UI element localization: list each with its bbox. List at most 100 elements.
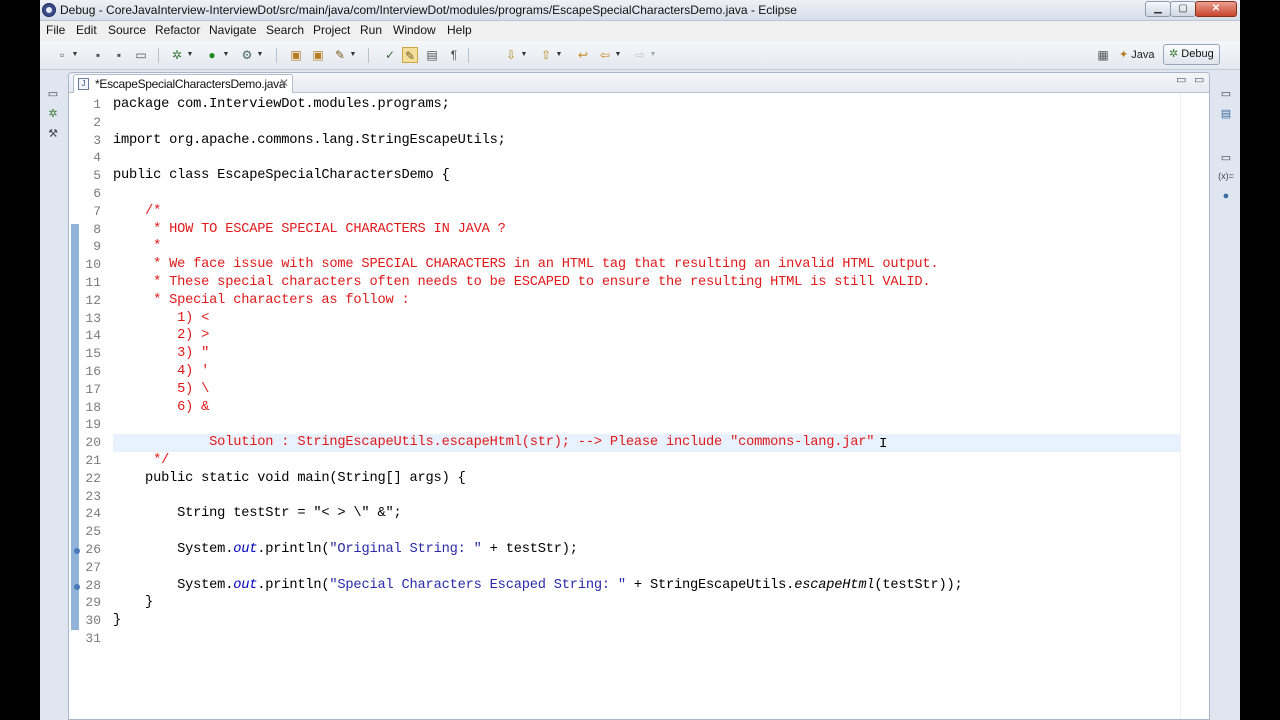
code-token: "Original String: " <box>329 542 482 557</box>
code-line: * <box>113 238 161 256</box>
code-line: import org.apache.commons.lang.StringEsc… <box>113 132 506 150</box>
app-frame: Debug - CoreJavaInterview-InterviewDot/s… <box>40 0 1240 720</box>
restore-icon[interactable]: ▭ <box>45 86 61 102</box>
editor-maximize-icon[interactable]: ▭ <box>1194 73 1204 86</box>
line-number: 4 <box>93 150 101 166</box>
previous-annotation-icon[interactable]: ⇧ <box>538 47 554 63</box>
print-icon[interactable]: ▭ <box>133 47 149 63</box>
forward-dropdown-arrow-icon[interactable]: ▼ <box>649 47 657 63</box>
tab-escape-special-characters-demo[interactable]: J *EscapeSpecialCharactersDemo.java ✕ <box>73 74 293 93</box>
line-number-gutter[interactable]: 1 2 3 4 5 6 7 8 9 10 11 12 13 14 15 16 17 18 19 20 21 22 23 24 2… <box>69 93 113 719</box>
menu-help[interactable]: Help <box>447 23 472 37</box>
code-token: System. <box>113 577 234 593</box>
previous-annotation-dropdown-arrow-icon[interactable]: ▼ <box>555 47 563 63</box>
debug-dropdown-arrow-icon[interactable]: ▼ <box>186 47 194 63</box>
new-icon[interactable]: ▫ <box>54 47 70 63</box>
line-number: 6 <box>93 186 101 201</box>
search-dropdown-arrow-icon[interactable]: ▼ <box>349 47 357 63</box>
open-task-icon[interactable]: ▣ <box>310 47 326 63</box>
tab-close-icon[interactable]: ✕ <box>279 76 289 90</box>
breakpoint-marker-icon[interactable] <box>74 548 80 554</box>
java-file-icon: J <box>78 78 89 90</box>
window-title: Debug - CoreJavaInterview-InterviewDot/s… <box>60 3 797 17</box>
menu-window[interactable]: Window <box>393 23 436 37</box>
toolbar-separator <box>158 48 159 63</box>
code-token: Solution : StringEscapeUtils.escapeHtml(… <box>113 435 875 451</box>
code-line: package com.InterviewDot.modules.program… <box>113 96 450 114</box>
last-edit-location-icon[interactable]: ↩ <box>575 47 591 63</box>
menu-project[interactable]: Project <box>313 23 350 37</box>
toggle-mark-occurrences-icon[interactable]: ✓ <box>382 47 398 63</box>
open-type-icon[interactable]: ▣ <box>288 47 304 63</box>
restore-icon[interactable]: ▭ <box>1218 150 1234 166</box>
paragraph-icon[interactable]: ¶ <box>446 47 462 63</box>
line-number: 10 <box>85 257 101 273</box>
back-icon[interactable]: ⇦ <box>597 47 613 63</box>
perspective-java[interactable]: ✦ Java <box>1115 45 1159 65</box>
outline-view-icon[interactable]: ▤ <box>1218 106 1234 122</box>
debug-icon[interactable]: ✲ <box>169 47 185 63</box>
next-annotation-icon[interactable]: ⇩ <box>503 47 519 63</box>
line-number: 18 <box>85 399 101 415</box>
code-token: */ <box>113 453 170 468</box>
right-trim-stack: ▭ ▤ ▭ (x)= ● <box>1212 76 1240 720</box>
servers-view-icon[interactable]: ⚒ <box>45 126 61 142</box>
eclipse-window: Debug - CoreJavaInterview-InterviewDot/s… <box>0 0 1280 720</box>
code-line: 3) " <box>113 345 209 363</box>
code-token: escapeHtml <box>794 577 875 593</box>
save-all-icon[interactable]: ▪ <box>111 47 127 63</box>
code-token: System. <box>113 542 234 557</box>
line-number: 2 <box>93 114 101 130</box>
breakpoints-view-icon[interactable]: ● <box>1218 188 1234 204</box>
line-number: 3 <box>93 132 101 148</box>
next-annotation-dropdown-arrow-icon[interactable]: ▼ <box>520 47 528 63</box>
new-dropdown-arrow-icon[interactable]: ▼ <box>71 47 79 63</box>
code-token: public class EscapeSpecialCharactersDemo… <box>113 168 450 184</box>
right-letterbox <box>1240 0 1280 720</box>
menu-search[interactable]: Search <box>266 23 304 37</box>
show-whitespace-icon[interactable]: ▤ <box>424 47 440 63</box>
perspective-debug-label: Debug <box>1181 48 1214 60</box>
run-icon[interactable]: ● <box>204 47 220 63</box>
code-area[interactable]: package com.InterviewDot.modules.program… <box>113 93 1193 719</box>
search-icon[interactable]: ✎ <box>332 47 348 63</box>
code-token: } <box>113 595 154 611</box>
line-number: 13 <box>85 310 101 326</box>
menu-source[interactable]: Source <box>108 23 146 37</box>
code-token: 1) < <box>113 310 210 326</box>
debug-view-icon[interactable]: ✲ <box>45 106 61 122</box>
breakpoint-marker-icon[interactable] <box>74 583 80 590</box>
editor-minimize-icon[interactable]: ▭ <box>1176 73 1186 86</box>
code-line: System.out.println("Special Characters E… <box>113 577 963 595</box>
save-icon[interactable]: ▪ <box>90 47 106 63</box>
perspective-debug[interactable]: ✲ Debug <box>1163 44 1220 65</box>
open-perspective-icon[interactable]: ▦ <box>1095 47 1111 63</box>
close-button[interactable]: ✕ <box>1195 1 1237 17</box>
menu-file[interactable]: File <box>46 23 65 37</box>
maximize-button[interactable]: ▢ <box>1170 1 1196 17</box>
back-dropdown-arrow-icon[interactable]: ▼ <box>614 47 622 63</box>
run-dropdown-arrow-icon[interactable]: ▼ <box>222 47 230 63</box>
restore-icon[interactable]: ▭ <box>1218 86 1234 102</box>
code-line: 1) < <box>113 310 209 328</box>
menu-navigate[interactable]: Navigate <box>209 23 256 37</box>
external-tools-dropdown-arrow-icon[interactable]: ▼ <box>256 47 264 63</box>
forward-icon[interactable]: ⇨ <box>632 47 648 63</box>
menu-edit[interactable]: Edit <box>76 23 97 37</box>
code-line: } <box>113 594 153 612</box>
line-number: 30 <box>85 613 101 629</box>
main-toolbar: ▫ ▼ ▪ ▪ ▭ ✲ ▼ ● ▼ ⚙ ▼ ▣ ▣ ✎ ▼ ✓ ✎ ▤ ¶ ⇩ … <box>40 41 1240 70</box>
eclipse-logo-icon <box>42 3 56 17</box>
variables-view-icon[interactable]: (x)= <box>1218 168 1234 184</box>
line-number: 12 <box>85 292 101 308</box>
toggle-block-selection-icon[interactable]: ✎ <box>402 47 418 63</box>
code-line: public class EscapeSpecialCharactersDemo… <box>113 167 450 185</box>
menu-run[interactable]: Run <box>360 23 382 37</box>
external-tools-icon[interactable]: ⚙ <box>239 47 255 63</box>
code-line: 6) & <box>113 399 209 417</box>
minimize-button[interactable]: ▁ <box>1145 1 1171 17</box>
debug-perspective-icon: ✲ <box>1169 48 1179 60</box>
menu-refactor[interactable]: Refactor <box>155 23 200 37</box>
line-number: 17 <box>85 381 101 397</box>
code-token: + testStr); <box>481 542 578 557</box>
